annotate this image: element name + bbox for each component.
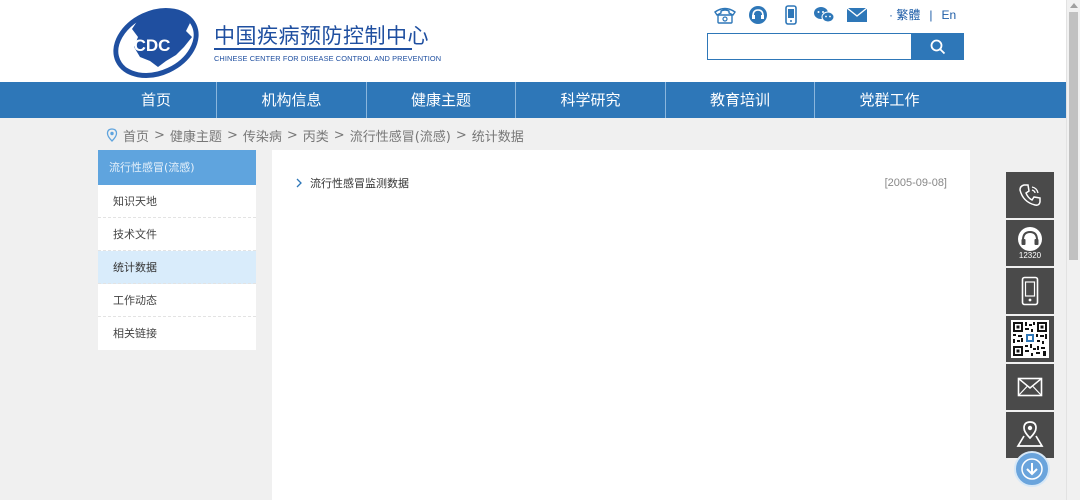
- breadcrumb-separator: >: [333, 127, 345, 143]
- wechat-icon[interactable]: [811, 5, 837, 25]
- nav-item-research[interactable]: 科学研究: [516, 82, 665, 118]
- list-item[interactable]: 流行性感冒监测数据 [2005-09-08]: [294, 174, 947, 192]
- breadcrumb-separator: >: [154, 127, 165, 143]
- sidebar-item-technical-docs[interactable]: 技术文件: [98, 218, 256, 251]
- sidebar: 流行性感冒(流感) 知识天地 技术文件 统计数据 工作动态 相关链接: [98, 150, 256, 350]
- float-qr-button[interactable]: [1006, 316, 1054, 362]
- nav-item-organization[interactable]: 机构信息: [217, 82, 366, 118]
- site-header: CDC 中国疾病预防控制中心 CHINESE CENTER FOR DISEAS…: [0, 0, 1066, 82]
- sidebar-item-statistics[interactable]: 统计数据: [98, 251, 256, 284]
- location-pin-icon: [106, 128, 118, 142]
- page-scrollbar[interactable]: [1066, 0, 1080, 500]
- article-title[interactable]: 流行性感冒监测数据: [310, 175, 409, 191]
- content-panel: 流行性感冒监测数据 [2005-09-08]: [272, 150, 970, 500]
- breadcrumb-health-topics[interactable]: 健康主题: [170, 126, 222, 145]
- hotline-icon[interactable]: [745, 5, 771, 25]
- site-title: 中国疾病预防控制中心: [214, 24, 429, 48]
- top-icon-bar: [712, 5, 877, 25]
- search-input[interactable]: [707, 33, 912, 60]
- search-button[interactable]: [911, 33, 964, 60]
- float-hotline-button[interactable]: 12320: [1006, 220, 1054, 266]
- lang-english-link[interactable]: En: [941, 8, 956, 22]
- sidebar-item-related-links[interactable]: 相关链接: [98, 317, 256, 350]
- sidebar-item-work-updates[interactable]: 工作动态: [98, 284, 256, 317]
- sidebar-heading[interactable]: 流行性感冒(流感): [98, 150, 256, 185]
- sidebar-item-knowledge[interactable]: 知识天地: [98, 185, 256, 218]
- logo-text: CDC: [134, 36, 171, 55]
- title-divider: [214, 48, 412, 50]
- breadcrumb-statistics[interactable]: 统计数据: [472, 126, 524, 145]
- phone-icon[interactable]: [712, 5, 738, 25]
- breadcrumb: 首页 > 健康主题 > 传染病 > 丙类 > 流行性感冒(流感) > 统计数据: [106, 126, 524, 145]
- article-date: [2005-09-08]: [884, 177, 947, 189]
- mobile-icon: [1021, 276, 1039, 306]
- scroll-thumb[interactable]: [1069, 12, 1078, 260]
- float-mail-button[interactable]: [1006, 364, 1054, 410]
- mail-icon: [1017, 377, 1043, 397]
- floating-toolbar: 12320: [1006, 172, 1054, 460]
- main-nav: 首页 机构信息 健康主题 科学研究 教育培训 党群工作: [0, 82, 1066, 118]
- nav-item-education[interactable]: 教育培训: [666, 82, 814, 118]
- scroll-down-button[interactable]: [1014, 451, 1050, 487]
- breadcrumb-class-c[interactable]: 丙类: [303, 126, 329, 145]
- lang-traditional-link[interactable]: · 繁體: [889, 8, 920, 22]
- float-mobile-button[interactable]: [1006, 268, 1054, 314]
- float-phone-button[interactable]: [1006, 172, 1054, 218]
- qr-code-icon: [1011, 320, 1049, 358]
- lang-separator: |: [929, 8, 933, 22]
- breadcrumb-home[interactable]: 首页: [123, 126, 149, 145]
- breadcrumb-separator: >: [455, 127, 467, 143]
- phone-icon: [1019, 184, 1041, 206]
- nav-item-health-topics[interactable]: 健康主题: [367, 82, 515, 118]
- breadcrumb-influenza[interactable]: 流行性感冒(流感): [350, 126, 451, 145]
- breadcrumb-separator: >: [226, 127, 238, 143]
- language-links: · 繁體 | En: [889, 6, 956, 23]
- chevron-right-icon: [296, 178, 302, 188]
- headset-icon: [1018, 227, 1042, 251]
- mobile-icon[interactable]: [778, 5, 804, 25]
- breadcrumb-infectious-disease[interactable]: 传染病: [243, 126, 282, 145]
- scroll-up-arrow-icon[interactable]: [1070, 3, 1078, 8]
- nav-item-party-work[interactable]: 党群工作: [815, 82, 964, 118]
- cdc-logo-icon[interactable]: CDC: [110, 3, 202, 79]
- search-icon: [930, 39, 945, 54]
- site-subtitle: CHINESE CENTER FOR DISEASE CONTROL AND P…: [214, 54, 442, 63]
- nav-item-home[interactable]: 首页: [96, 82, 216, 118]
- hotline-number: 12320: [1018, 251, 1042, 260]
- breadcrumb-separator: >: [286, 127, 298, 143]
- arrow-down-icon: [1021, 458, 1043, 480]
- map-location-icon: [1016, 421, 1044, 447]
- mail-icon[interactable]: [844, 5, 870, 25]
